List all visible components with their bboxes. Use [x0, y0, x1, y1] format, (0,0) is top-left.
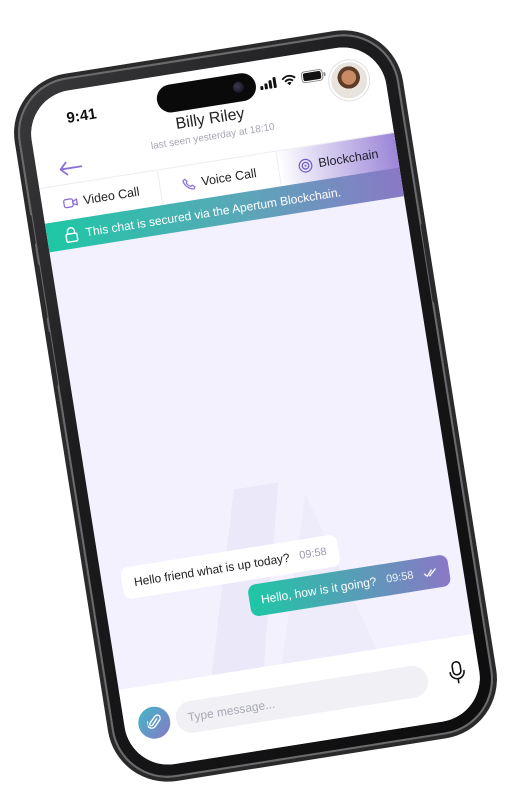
paperclip-icon	[146, 714, 161, 729]
phone-icon	[182, 178, 196, 190]
message-time: 09:58	[385, 569, 415, 586]
blockchain-icon	[298, 158, 313, 173]
blockchain-label: Blockchain	[317, 146, 380, 171]
signal-icon	[260, 76, 277, 90]
microphone-icon[interactable]	[447, 660, 467, 686]
wifi-icon	[281, 74, 296, 85]
phone-mockup: 9:41 Billy Riley last seen yesterday at …	[9, 26, 502, 786]
attach-button[interactable]	[135, 704, 173, 742]
battery-icon	[300, 68, 326, 84]
message-input[interactable]	[173, 663, 431, 736]
chat-screen: 9:41 Billy Riley last seen yesterday at …	[24, 41, 487, 771]
double-check-icon	[423, 567, 436, 577]
back-arrow-icon[interactable]	[58, 159, 84, 177]
camera-icon	[231, 81, 245, 94]
video-icon	[62, 197, 78, 208]
message-time: 09:58	[298, 545, 328, 562]
lock-icon	[65, 226, 79, 243]
video-call-label: Video Call	[82, 184, 141, 208]
voice-call-label: Voice Call	[200, 166, 258, 189]
status-time: 9:41	[65, 105, 98, 127]
status-icons	[259, 68, 327, 90]
